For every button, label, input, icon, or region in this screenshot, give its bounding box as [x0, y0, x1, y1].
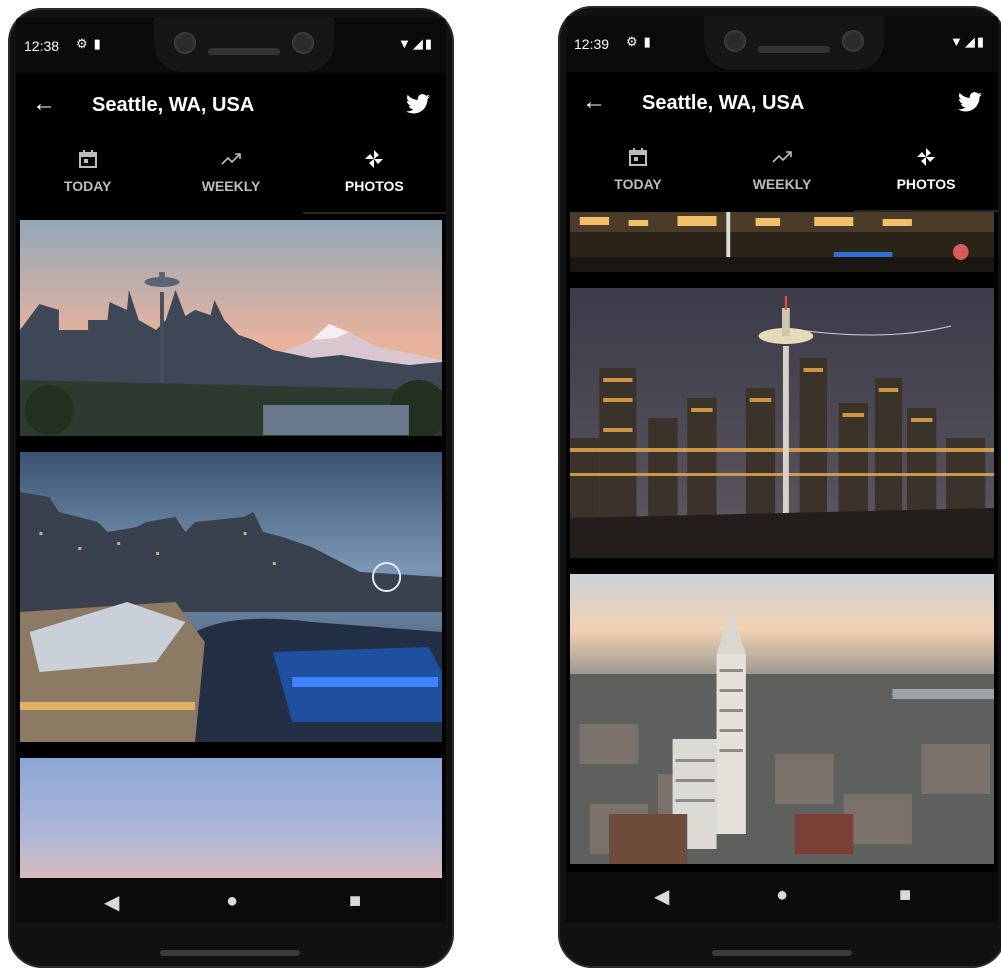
- nav-home-icon[interactable]: ●: [776, 884, 788, 907]
- tab-label: WEEKLY: [201, 178, 261, 194]
- tab-weekly[interactable]: WEEKLY: [159, 136, 302, 214]
- settings-sd-icons: ⚙▮: [76, 36, 107, 51]
- status-time: 12:38: [24, 38, 60, 54]
- camera-icon: [292, 32, 314, 54]
- trending-up-icon: [772, 151, 792, 163]
- photo-card[interactable]: [20, 758, 442, 878]
- app-bar: ← Seattle, WA, USA: [566, 72, 998, 134]
- pinwheel-icon: [917, 148, 935, 166]
- app-bar: ← Seattle, WA, USA: [16, 74, 446, 136]
- status-bar: 12:38 ⚙▮ ▼◢▮: [16, 18, 446, 74]
- photo-card[interactable]: [570, 288, 994, 558]
- phone-left: 12:38 ⚙▮ ▼◢▮ ← Seattle, WA, USA TODAY WE…: [8, 8, 454, 968]
- phone-right: 12:39 ⚙▮ ▼◢▮ ← Seattle, WA, USA TODAY WE…: [558, 6, 1001, 968]
- signal-battery-icon: ▼◢▮: [397, 36, 434, 51]
- screen: 12:39 ⚙▮ ▼◢▮ ← Seattle, WA, USA TODAY WE…: [566, 16, 998, 922]
- twitter-icon[interactable]: [958, 92, 982, 112]
- page-title: Seattle, WA, USA: [642, 92, 805, 114]
- photo-list[interactable]: [16, 214, 446, 878]
- tab-bar: TODAY WEEKLY PHOTOS: [566, 134, 998, 212]
- tab-today[interactable]: TODAY: [16, 136, 159, 214]
- nav-recents-icon[interactable]: ■: [899, 884, 911, 907]
- photo-list[interactable]: [566, 212, 998, 866]
- tab-label: TODAY: [63, 178, 112, 194]
- photo-card[interactable]: [20, 220, 442, 436]
- back-arrow-icon[interactable]: ←: [32, 90, 56, 118]
- camera-icon: [724, 30, 746, 52]
- notch: [154, 18, 334, 72]
- photo-image: [570, 212, 994, 272]
- photo-card[interactable]: [570, 212, 994, 272]
- speaker-icon: [758, 46, 830, 53]
- home-indicator: [712, 950, 852, 956]
- calendar-icon: [78, 150, 97, 168]
- tab-bar: TODAY WEEKLY PHOTOS: [16, 136, 446, 214]
- system-nav-bar: ◀ ● ■: [16, 878, 446, 922]
- back-arrow-icon[interactable]: ←: [582, 88, 606, 116]
- photo-image: [570, 288, 994, 558]
- nav-back-icon[interactable]: ◀: [104, 890, 119, 915]
- home-indicator: [160, 950, 300, 956]
- nav-recents-icon[interactable]: ■: [349, 890, 361, 913]
- calendar-icon: [629, 148, 647, 166]
- tab-weekly[interactable]: WEEKLY: [710, 134, 854, 212]
- tab-label: TODAY: [614, 176, 662, 192]
- photo-image: [20, 452, 442, 742]
- photo-image: [570, 574, 994, 864]
- settings-sd-icons: ⚙▮: [626, 34, 657, 49]
- pinwheel-icon: [365, 150, 384, 168]
- speaker-icon: [208, 48, 280, 55]
- photo-card[interactable]: [570, 574, 994, 864]
- status-time: 12:39: [574, 36, 610, 52]
- photo-image: [20, 220, 442, 436]
- trending-up-icon: [221, 153, 241, 165]
- tab-label: PHOTOS: [896, 176, 956, 192]
- twitter-icon[interactable]: [406, 94, 430, 114]
- photo-card[interactable]: [20, 452, 442, 742]
- nav-home-icon[interactable]: ●: [226, 890, 238, 913]
- nav-back-icon[interactable]: ◀: [654, 884, 669, 909]
- camera-icon: [174, 32, 196, 54]
- tab-photos[interactable]: PHOTOS: [854, 134, 998, 212]
- tab-photos[interactable]: PHOTOS: [302, 136, 446, 214]
- photo-image: [20, 758, 442, 878]
- notch: [704, 16, 884, 70]
- tab-today[interactable]: TODAY: [566, 134, 710, 212]
- camera-icon: [842, 30, 864, 52]
- tab-label: PHOTOS: [344, 178, 404, 194]
- screen: 12:38 ⚙▮ ▼◢▮ ← Seattle, WA, USA TODAY WE…: [16, 18, 446, 922]
- system-nav-bar: ◀ ● ■: [566, 872, 998, 922]
- status-bar: 12:39 ⚙▮ ▼◢▮: [566, 16, 998, 72]
- page-title: Seattle, WA, USA: [92, 94, 255, 116]
- tab-label: WEEKLY: [752, 176, 812, 192]
- signal-battery-icon: ▼◢▮: [949, 34, 986, 49]
